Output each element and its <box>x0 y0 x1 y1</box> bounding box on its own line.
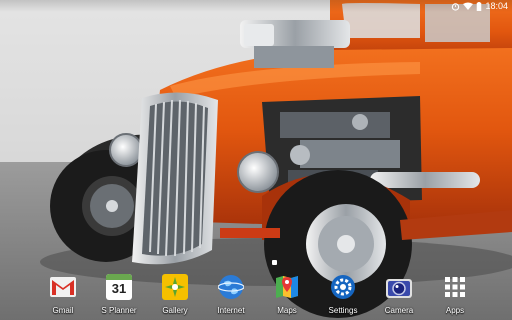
status-time: 18:04 <box>485 1 508 11</box>
app-drawer[interactable]: Apps <box>432 274 478 320</box>
wallpaper-image <box>0 0 512 320</box>
app-gallery[interactable]: Gallery <box>152 274 198 320</box>
app-gmail[interactable]: Gmail <box>40 274 86 320</box>
app-label-apps: Apps <box>445 306 465 315</box>
app-grid-icon <box>442 274 468 300</box>
battery-icon <box>476 1 482 11</box>
app-label-settings: Settings <box>328 306 358 315</box>
app-label-internet: Internet <box>217 306 245 315</box>
app-label-s-planner: S Planner <box>101 306 137 315</box>
maps-icon <box>274 274 300 300</box>
app-camera[interactable]: Camera <box>376 274 422 320</box>
app-label-camera: Camera <box>384 306 414 315</box>
gmail-icon <box>50 274 76 300</box>
app-internet[interactable]: Internet <box>208 274 254 320</box>
home-page-indicator[interactable] <box>272 260 277 265</box>
alarm-icon <box>451 2 460 11</box>
gallery-icon <box>162 274 188 300</box>
app-dock: Gmail 31 S Planner Gallery Internet Maps… <box>0 274 512 320</box>
calendar-icon: 31 <box>106 274 132 300</box>
app-s-planner[interactable]: 31 S Planner <box>96 274 142 320</box>
status-bar: 18:04 <box>0 0 512 12</box>
app-settings[interactable]: Settings <box>320 274 366 320</box>
camera-icon <box>386 274 412 300</box>
wifi-icon <box>463 2 474 11</box>
app-maps[interactable]: Maps <box>264 274 310 320</box>
app-label-gmail: Gmail <box>52 306 74 315</box>
settings-gear-icon <box>330 274 356 300</box>
globe-icon <box>218 274 244 300</box>
calendar-day: 31 <box>111 281 127 296</box>
app-label-maps: Maps <box>277 306 297 315</box>
app-label-gallery: Gallery <box>162 306 188 315</box>
